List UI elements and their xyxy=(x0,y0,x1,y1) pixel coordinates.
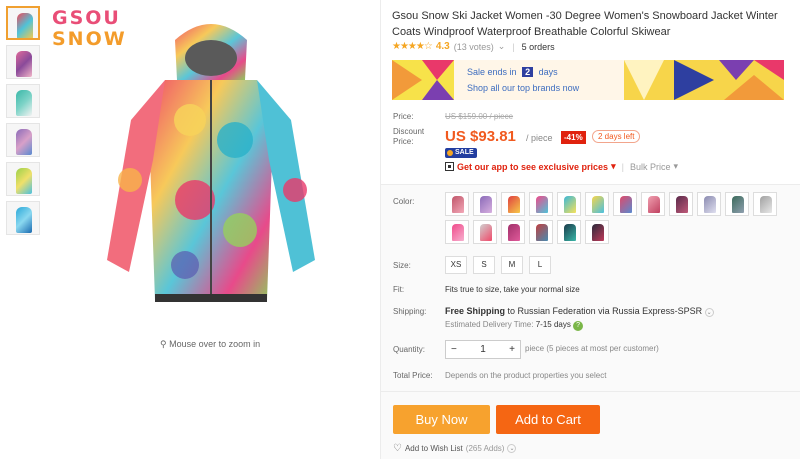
decrease-button[interactable]: − xyxy=(451,344,457,355)
color-swatch[interactable] xyxy=(501,192,525,216)
product-title: Gsou Snow Ski Jacket Women -30 Degree Wo… xyxy=(392,10,778,38)
color-swatch[interactable] xyxy=(445,192,469,216)
caret-down-icon[interactable]: ▾ xyxy=(611,161,616,172)
thumbnail-2[interactable] xyxy=(6,45,40,79)
quantity-label: Quantity: xyxy=(393,345,426,354)
bulk-price-link[interactable]: Bulk Price xyxy=(630,162,671,172)
price-label: Price: xyxy=(393,112,414,121)
color-swatch[interactable] xyxy=(529,220,553,244)
orders-count: 5 orders xyxy=(521,41,555,52)
color-swatch[interactable] xyxy=(501,220,525,244)
color-swatch[interactable] xyxy=(445,220,469,244)
color-swatch[interactable] xyxy=(529,192,553,216)
chevron-down-icon[interactable]: ⌄ xyxy=(498,41,506,52)
wishlist-label[interactable]: Add to Wish List xyxy=(405,444,463,453)
color-swatch[interactable] xyxy=(725,192,749,216)
qr-code-icon xyxy=(445,162,454,171)
color-swatch[interactable] xyxy=(641,192,665,216)
app-exclusive-link[interactable]: Get our app to see exclusive prices xyxy=(457,162,608,172)
section-divider xyxy=(381,391,800,392)
delivery-estimate: Estimated Delivery Time: 7-15 days ? xyxy=(445,320,584,331)
rating-value: 4.3 xyxy=(435,41,450,52)
color-swatch[interactable] xyxy=(557,220,581,244)
banner-cta[interactable]: Shop all our top brands now xyxy=(467,83,579,93)
shipping-label: Shipping: xyxy=(393,307,427,316)
wishlist-count: (265 Adds) xyxy=(465,444,505,453)
shipping-method: to Russian Federation via Russia Express… xyxy=(507,306,703,316)
size-option-m[interactable]: M xyxy=(501,256,523,274)
wishlist-row[interactable]: ♡ Add to Wish List (265 Adds) ⌄ xyxy=(393,443,517,454)
main-product-image[interactable] xyxy=(95,10,327,330)
thumbnail-1[interactable] xyxy=(6,6,40,40)
size-options: XS S M L xyxy=(445,256,551,274)
quantity-stepper: − 1 + xyxy=(445,340,521,359)
original-price: US $159.00 / piece xyxy=(445,112,514,121)
heart-icon[interactable]: ♡ xyxy=(393,443,402,454)
color-swatch[interactable] xyxy=(697,192,721,216)
free-shipping: Free Shipping xyxy=(445,306,506,316)
size-option-xs[interactable]: XS xyxy=(445,256,467,274)
thumbnail-5[interactable] xyxy=(6,162,40,196)
color-swatch[interactable] xyxy=(473,192,497,216)
fit-text: Fits true to size, take your normal size xyxy=(445,285,580,294)
size-label: Size: xyxy=(393,261,411,270)
buy-now-button[interactable]: Buy Now xyxy=(393,405,490,434)
chevron-down-icon[interactable]: ⌄ xyxy=(704,308,714,317)
chevron-down-icon[interactable]: ⌄ xyxy=(507,444,517,453)
shipping-info: Free Shipping to Russian Federation via … xyxy=(445,306,714,317)
eta-value: 7-15 days xyxy=(535,320,571,329)
star-rating-icon[interactable]: ★★★★☆ xyxy=(392,41,433,52)
size-option-s[interactable]: S xyxy=(473,256,495,274)
fit-label: Fit: xyxy=(393,285,405,294)
sale-badge: SALE xyxy=(445,148,477,158)
color-swatch[interactable] xyxy=(585,192,609,216)
zoom-hint: ⚲ Mouse over to zoom in xyxy=(160,339,260,350)
color-swatch-list xyxy=(445,192,785,244)
eta-label: Estimated Delivery Time: xyxy=(445,320,534,329)
help-icon[interactable]: ? xyxy=(573,321,584,331)
color-swatch[interactable] xyxy=(753,192,777,216)
votes-link[interactable]: (13 votes) xyxy=(454,42,494,52)
discount-badge: -41% xyxy=(561,131,586,144)
sale-ends-prefix: Sale ends in xyxy=(467,67,517,77)
days-count: 2 xyxy=(522,67,534,77)
magnifier-icon: ⚲ xyxy=(160,339,167,349)
caret-down-icon[interactable]: ▾ xyxy=(673,161,678,172)
color-label: Color: xyxy=(393,197,415,206)
sale-ends-text: Sale ends in 2 days xyxy=(467,67,558,77)
discount-label-1: Discount xyxy=(393,127,425,136)
color-swatch[interactable] xyxy=(669,192,693,216)
zoom-hint-text: Mouse over to zoom in xyxy=(169,339,261,349)
total-price-text: Depends on the product properties you se… xyxy=(445,371,607,380)
thumbnail-3[interactable] xyxy=(6,84,40,118)
separator: | xyxy=(621,161,624,172)
rating-row: ★★★★☆ 4.3 (13 votes) ⌄ | 5 orders xyxy=(392,41,555,52)
color-swatch[interactable] xyxy=(585,220,609,244)
thumbnail-list xyxy=(6,6,42,240)
thumbnail-4[interactable] xyxy=(6,123,40,157)
banner-decoration-right xyxy=(624,60,784,100)
quantity-input[interactable]: 1 xyxy=(480,344,486,355)
size-option-l[interactable]: L xyxy=(529,256,551,274)
quantity-note: piece (5 pieces at most per customer) xyxy=(525,344,659,353)
days-label: days xyxy=(538,67,558,77)
promo-banner[interactable]: Sale ends in 2 days Shop all our top bra… xyxy=(392,60,784,100)
add-to-cart-button[interactable]: Add to Cart xyxy=(496,405,600,434)
increase-button[interactable]: + xyxy=(509,344,515,355)
app-price-row: Get our app to see exclusive prices ▾ | … xyxy=(445,161,678,172)
color-swatch[interactable] xyxy=(473,220,497,244)
color-swatch[interactable] xyxy=(613,192,637,216)
color-swatch[interactable] xyxy=(557,192,581,216)
banner-decoration-left xyxy=(392,60,454,100)
days-left-badge: 2 days left xyxy=(592,130,641,143)
discount-label-2: Price: xyxy=(393,137,414,146)
separator: | xyxy=(512,41,515,52)
total-price-label: Total Price: xyxy=(393,371,433,380)
discount-price: US $93.81 xyxy=(445,128,516,145)
price-unit: / piece xyxy=(526,133,553,143)
thumbnail-6[interactable] xyxy=(6,201,40,235)
